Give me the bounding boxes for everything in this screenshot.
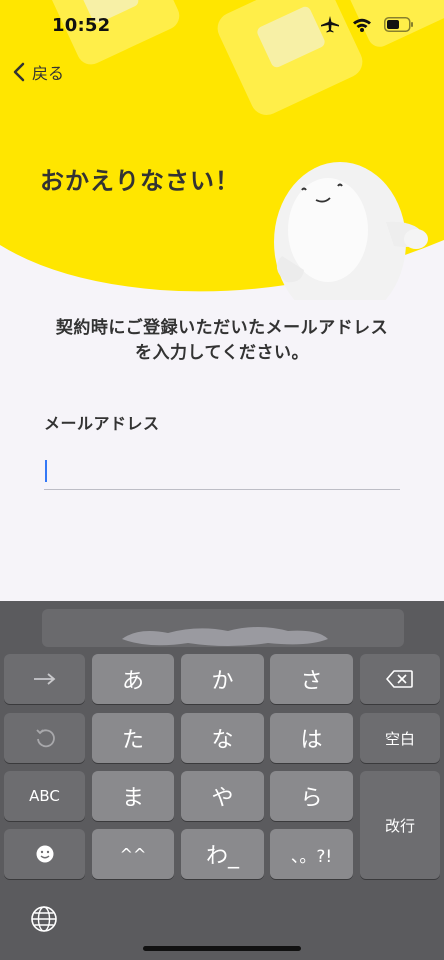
instruction-line-2: を入力してください。 <box>135 343 309 363</box>
text-caret <box>45 460 47 482</box>
instruction-text: 契約時にご登録いただいたメールアドレス を入力してください。 <box>0 316 444 366</box>
kaomoji-key[interactable]: ^^ <box>92 829 174 879</box>
kana-key-ta[interactable]: た <box>92 713 174 763</box>
kana-key-na[interactable]: な <box>181 713 264 763</box>
abc-key[interactable]: ABC <box>4 771 85 821</box>
back-label: 戻る <box>32 64 65 83</box>
kana-key-sa[interactable]: さ <box>270 654 353 704</box>
delete-key[interactable] <box>360 654 440 704</box>
hero-section: 10:52 戻る おかえりなさい！ <box>0 0 444 300</box>
status-time: 10:52 <box>52 15 111 36</box>
status-bar: 10:52 <box>0 0 444 52</box>
airplane-icon <box>321 16 339 33</box>
kana-key-ka[interactable]: か <box>181 654 264 704</box>
status-icons <box>320 15 414 33</box>
punctuation-key[interactable]: 、。?! <box>270 829 353 879</box>
email-label: メールアドレス <box>44 414 160 433</box>
instruction-line-1: 契約時にご登録いただいたメールアドレス <box>55 318 389 338</box>
emoji-icon <box>36 845 53 863</box>
kana-key-a[interactable]: あ <box>92 654 174 704</box>
next-key[interactable] <box>4 654 85 704</box>
arrow-right-icon <box>33 673 55 685</box>
emoji-key[interactable] <box>4 829 85 879</box>
redacted-suggestion <box>122 627 328 646</box>
chevron-left-icon <box>13 62 25 82</box>
globe-icon[interactable] <box>30 905 58 933</box>
undo-icon <box>35 729 55 748</box>
wifi-icon <box>353 18 371 32</box>
email-field[interactable] <box>44 452 400 490</box>
battery-icon <box>384 16 413 32</box>
undo-key[interactable] <box>4 713 85 763</box>
kana-key-ra[interactable]: ら <box>270 771 353 821</box>
kana-key-ma[interactable]: ま <box>92 771 174 821</box>
home-indicator[interactable] <box>143 946 301 951</box>
backspace-icon <box>386 670 413 688</box>
kana-keyboard: あ か さ た な は 空白 ABC ま や ら 改行 ^^ わ_ 、。?! <box>0 601 444 960</box>
page-title: おかえりなさい！ <box>40 167 240 195</box>
enter-key[interactable]: 改行 <box>360 771 440 879</box>
kana-key-ya[interactable]: や <box>181 771 264 821</box>
kana-key-ha[interactable]: は <box>270 713 353 763</box>
space-key[interactable]: 空白 <box>360 713 440 763</box>
mascot-illustration <box>274 162 428 300</box>
back-button[interactable]: 戻る <box>12 58 64 86</box>
kana-key-wa[interactable]: わ_ <box>181 829 264 879</box>
